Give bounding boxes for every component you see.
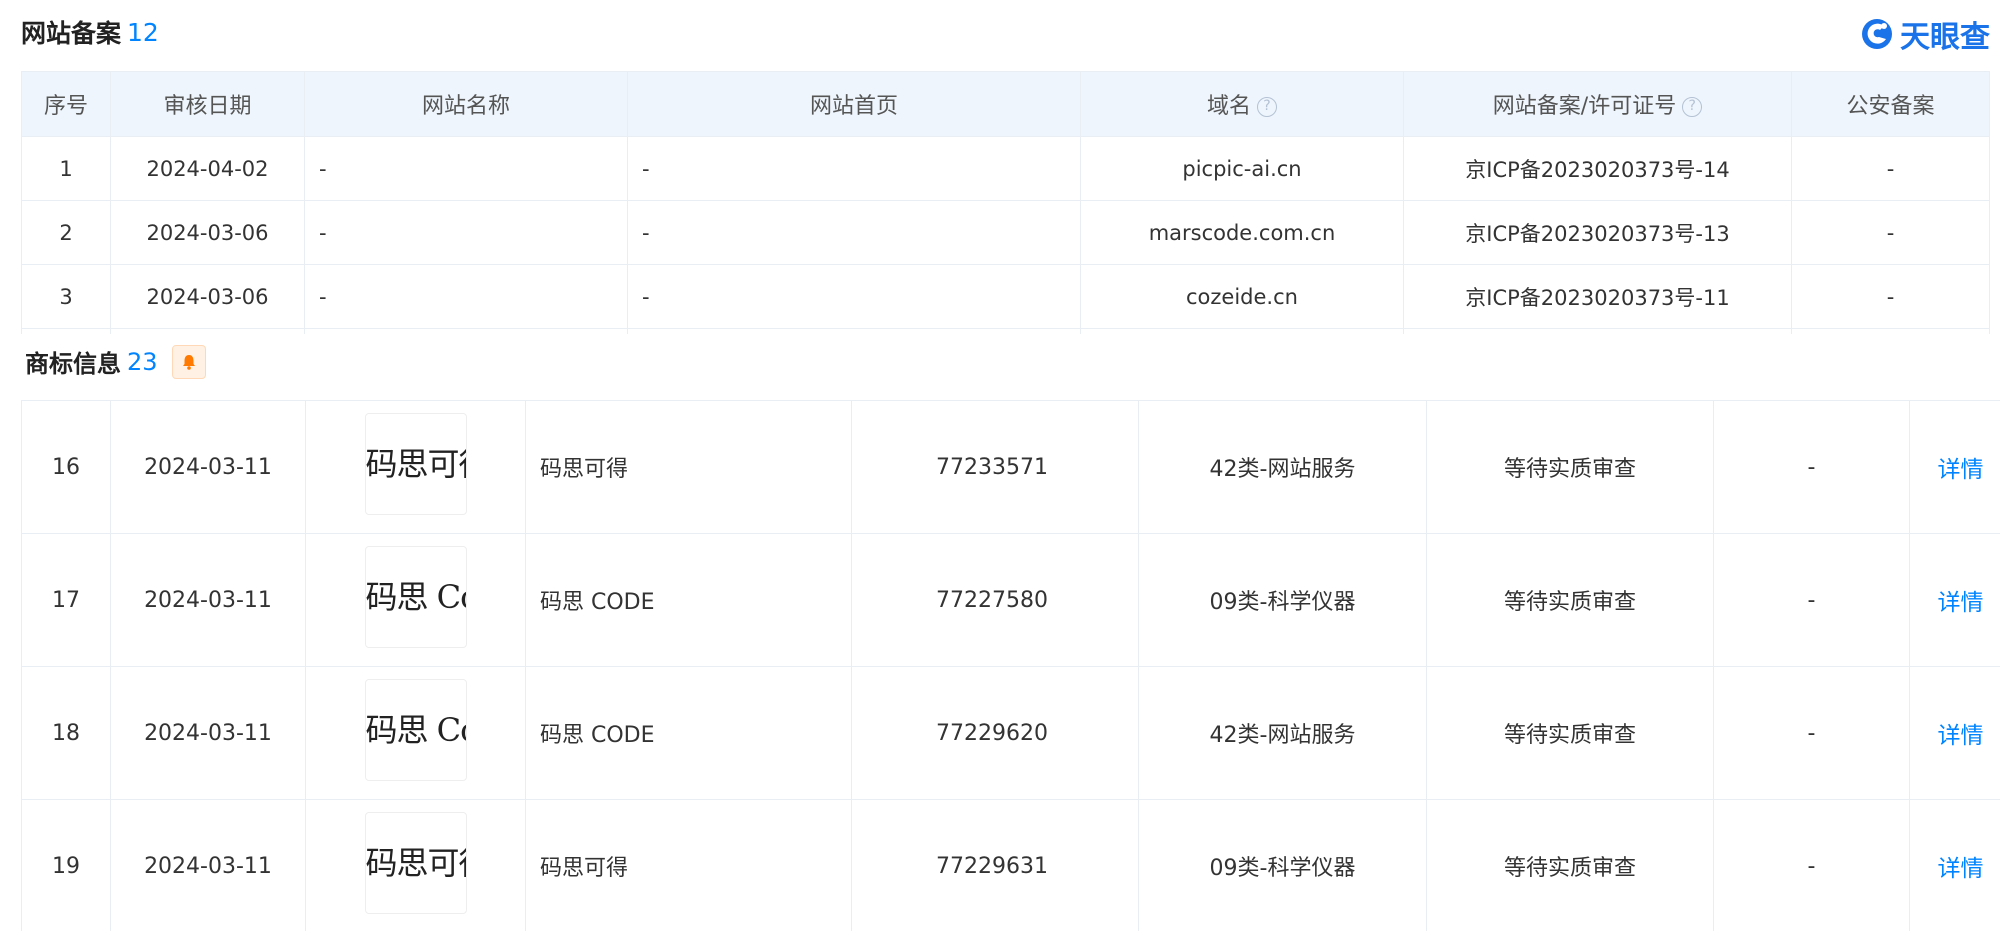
cell-date: 2024-03-11 <box>110 533 306 667</box>
cell-trademark-image: 码思可得 <box>305 400 526 534</box>
header-no: 序号 <box>21 71 111 137</box>
cell-homepage: - <box>627 264 1081 329</box>
trademark-section-title: 商标信息 23 <box>25 344 206 379</box>
cell-no: 16 <box>21 400 111 534</box>
header-homepage: 网站首页 <box>627 71 1081 137</box>
trademark-image[interactable]: 码思可得 <box>364 812 467 914</box>
cell-no: 19 <box>21 799 111 931</box>
trademark-section-label: 商标信息 <box>25 350 121 378</box>
detail-link[interactable]: 详情 <box>1938 856 1984 882</box>
cell-trademark-image: 码思 Code <box>305 533 526 667</box>
cell-homepage: - <box>627 200 1081 265</box>
table-row: 3 2024-03-06 - - cozeide.cn 京ICP备2023020… <box>21 264 1990 329</box>
cell-no: 2 <box>21 200 111 265</box>
cell-domain: cozeide.cn <box>1080 264 1404 329</box>
cell-action: 详情 <box>1909 666 2000 800</box>
trademark-image[interactable]: 码思 Code <box>364 546 467 648</box>
detail-link[interactable]: 详情 <box>1938 723 1984 749</box>
header-license: 网站备案/许可证号? <box>1403 71 1792 137</box>
table-row: 16 2024-03-11 码思可得 码思可得 77233571 42类-网站服… <box>21 400 2000 534</box>
cell-site-name: - <box>304 200 628 265</box>
cell-domain: picpic-ai.cn <box>1080 136 1404 201</box>
trademark-image[interactable]: 码思可得 <box>364 413 467 515</box>
cell-status: 等待实质审查 <box>1426 400 1714 534</box>
cell-trademark-name: 码思可得 <box>525 799 852 931</box>
cell-license: 京ICP备2023020373号-11 <box>1403 264 1792 329</box>
table-row: 17 2024-03-11 码思 Code 码思 CODE 77227580 0… <box>21 533 2000 667</box>
table-row-partial <box>21 328 1990 334</box>
cell-extra: - <box>1713 533 1910 667</box>
cell-police: - <box>1791 264 1990 329</box>
cell-no: 1 <box>21 136 111 201</box>
cell-trademark-image: 码思 Code <box>305 666 526 800</box>
cell-reg-no: 77229620 <box>851 666 1139 800</box>
cell-status: 等待实质审查 <box>1426 666 1714 800</box>
cell-police: - <box>1791 136 1990 201</box>
table-row: 1 2024-04-02 - - picpic-ai.cn 京ICP备20230… <box>21 136 1990 201</box>
cell-homepage: - <box>627 136 1081 201</box>
trademark-image[interactable]: 码思 Code <box>364 679 467 781</box>
cell-trademark-image: 码思可得 <box>305 799 526 931</box>
cell-action: 详情 <box>1909 533 2000 667</box>
cell-no: 18 <box>21 666 111 800</box>
trademark-table-viewport[interactable]: 16 2024-03-11 码思可得 码思可得 77233571 42类-网站服… <box>0 400 2000 931</box>
help-icon[interactable]: ? <box>1682 97 1703 117</box>
header-police: 公安备案 <box>1791 71 1990 137</box>
cell-date: 2024-03-06 <box>110 200 305 265</box>
cell-no: 3 <box>21 264 111 329</box>
cell-extra: - <box>1713 400 1910 534</box>
help-icon[interactable]: ? <box>1257 97 1277 117</box>
website-table-viewport[interactable]: 序号 审核日期 网站名称 网站首页 域名? 网站备案/许可证号? 公安备案 1 … <box>0 0 2000 334</box>
cell-extra: - <box>1713 666 1910 800</box>
cell-date: 2024-03-11 <box>110 799 306 931</box>
cell-no: 17 <box>21 533 111 667</box>
website-table-header: 序号 审核日期 网站名称 网站首页 域名? 网站备案/许可证号? 公安备案 <box>21 71 1990 137</box>
cell-reg-no: 77233571 <box>851 400 1139 534</box>
cell-date: 2024-03-11 <box>110 400 306 534</box>
cell-date: 2024-03-06 <box>110 264 305 329</box>
cell-trademark-name: 码思 CODE <box>525 666 852 800</box>
header-site-name: 网站名称 <box>304 71 628 137</box>
cell-domain: marscode.com.cn <box>1080 200 1404 265</box>
cell-date: 2024-04-02 <box>110 136 305 201</box>
cell-action: 详情 <box>1909 400 2000 534</box>
cell-police: - <box>1791 200 1990 265</box>
cell-date: 2024-03-11 <box>110 666 306 800</box>
subscribe-bell-button[interactable] <box>171 344 206 379</box>
cell-license: 京ICP备2023020373号-13 <box>1403 200 1792 265</box>
trademark-table: 16 2024-03-11 码思可得 码思可得 77233571 42类-网站服… <box>21 400 2000 931</box>
bell-icon <box>182 354 195 370</box>
cell-trademark-name: 码思可得 <box>525 400 852 534</box>
cell-reg-no: 77227580 <box>851 533 1139 667</box>
cell-status: 等待实质审查 <box>1426 799 1714 931</box>
cell-site-name: - <box>304 136 628 201</box>
cell-action: 详情 <box>1909 799 2000 931</box>
website-table: 序号 审核日期 网站名称 网站首页 域名? 网站备案/许可证号? 公安备案 1 … <box>21 71 1990 334</box>
cell-category: 42类-网站服务 <box>1138 666 1427 800</box>
cell-license: 京ICP备2023020373号-14 <box>1403 136 1792 201</box>
cell-category: 42类-网站服务 <box>1138 400 1427 534</box>
cell-status: 等待实质审查 <box>1426 533 1714 667</box>
table-row: 18 2024-03-11 码思 Code 码思 CODE 77229620 4… <box>21 666 2000 800</box>
trademark-count-badge: 23 <box>127 347 158 376</box>
cell-category: 09类-科学仪器 <box>1138 533 1427 667</box>
cell-extra: - <box>1713 799 1910 931</box>
cell-category: 09类-科学仪器 <box>1138 799 1427 931</box>
header-domain: 域名? <box>1080 71 1404 137</box>
cell-site-name: - <box>304 264 628 329</box>
cell-reg-no: 77229631 <box>851 799 1139 931</box>
table-row: 2 2024-03-06 - - marscode.com.cn 京ICP备20… <box>21 200 1990 265</box>
detail-link[interactable]: 详情 <box>1938 457 1984 483</box>
table-row: 19 2024-03-11 码思可得 码思可得 77229631 09类-科学仪… <box>21 799 2000 931</box>
cell-trademark-name: 码思 CODE <box>525 533 852 667</box>
header-date: 审核日期 <box>110 71 305 137</box>
detail-link[interactable]: 详情 <box>1938 590 1984 616</box>
